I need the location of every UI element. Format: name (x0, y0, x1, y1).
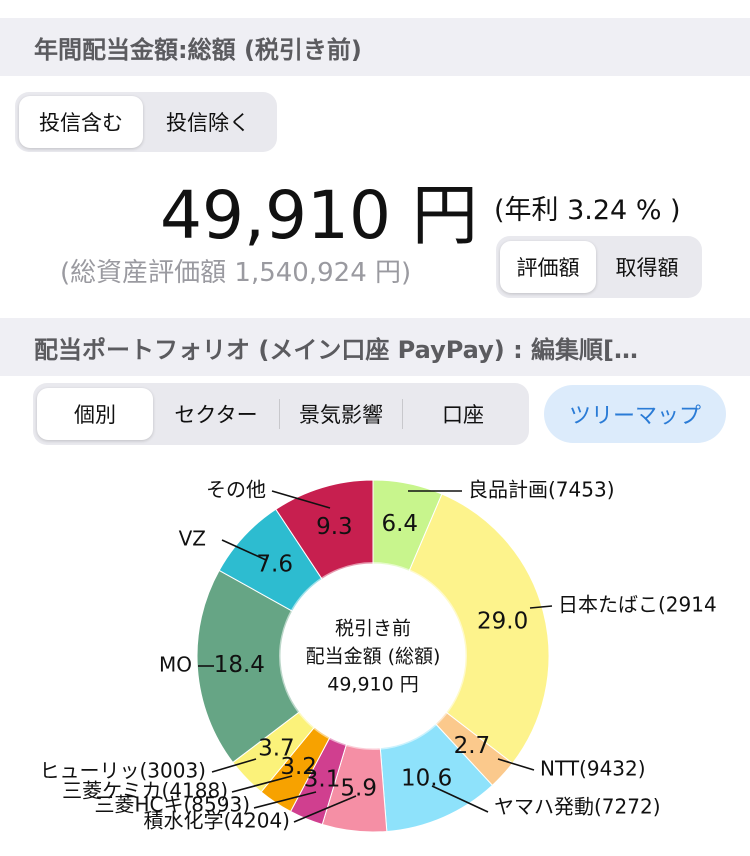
slice-name-label: ヤマハ発動(7272) (494, 795, 661, 819)
dividend-yield: (年利 3.24 % ) (494, 195, 681, 226)
dividend-amount: 49,910 円 (160, 177, 478, 254)
slice-name-label: 日本たばこ(2914 (558, 593, 717, 617)
slice-name-label: MO (159, 653, 192, 677)
exclude-funds-option[interactable]: 投信除く (143, 96, 273, 148)
slice-value-label: 6.4 (381, 511, 418, 537)
treemap-button[interactable]: ツリーマップ (544, 385, 726, 443)
slice-value-label: 18.4 (214, 652, 265, 678)
total-asset-value: (総資産評価額 1,540,924 円) (60, 258, 412, 288)
slice-name-label: その他 (206, 478, 266, 502)
slice-name-label: VZ (179, 527, 206, 551)
acquisition-cost-option[interactable]: 取得額 (596, 241, 698, 293)
include-funds-option[interactable]: 投信含む (19, 96, 143, 148)
annual-dividend-header: 年間配当金額:総額 (税引き前) (0, 18, 750, 76)
market-value-option[interactable]: 評価額 (500, 241, 596, 293)
slice-value-label: 3.7 (258, 735, 295, 761)
portfolio-header: 配当ポートフォリオ (メイン口座 PayPay) : 編集順[… (0, 318, 750, 376)
slice-value-label: 10.6 (401, 765, 452, 791)
tab-sector[interactable]: セクター (153, 388, 279, 440)
tab-individual[interactable]: 個別 (37, 388, 153, 440)
slice-name-label: ヒューリッ(3003) (39, 759, 206, 783)
valuation-toggle: 評価額 取得額 (496, 236, 702, 298)
slice-value-label: 7.6 (256, 551, 293, 577)
chart-center-line1: 税引き前 (335, 618, 411, 640)
tab-economic-impact[interactable]: 景気影響 (280, 388, 402, 440)
portfolio-title: 配当ポートフォリオ (メイン口座 PayPay) : 編集順[… (34, 335, 639, 364)
annual-dividend-title: 年間配当金額:総額 (税引き前) (34, 35, 362, 64)
slice-value-label: 29.0 (477, 609, 528, 635)
fund-toggle: 投信含む 投信除く (15, 92, 277, 152)
tab-account[interactable]: 口座 (403, 388, 523, 440)
view-tabs: 個別 セクター 景気影響 口座 (33, 383, 529, 445)
slice-value-label: 2.7 (454, 733, 491, 759)
slice-value-label: 9.3 (316, 514, 353, 540)
slice-name-label: NTT(9432) (540, 757, 646, 781)
slice-value-label: 5.9 (340, 776, 377, 802)
slice-name-label: 良品計画(7453) (468, 478, 615, 502)
chart-center-line3: 49,910 円 (327, 674, 419, 696)
chart-center-line2: 配当金額 (総額) (306, 646, 441, 668)
dividend-donut-chart: 6.429.02.710.65.93.13.23.718.47.69.3 良品計… (39, 478, 717, 833)
